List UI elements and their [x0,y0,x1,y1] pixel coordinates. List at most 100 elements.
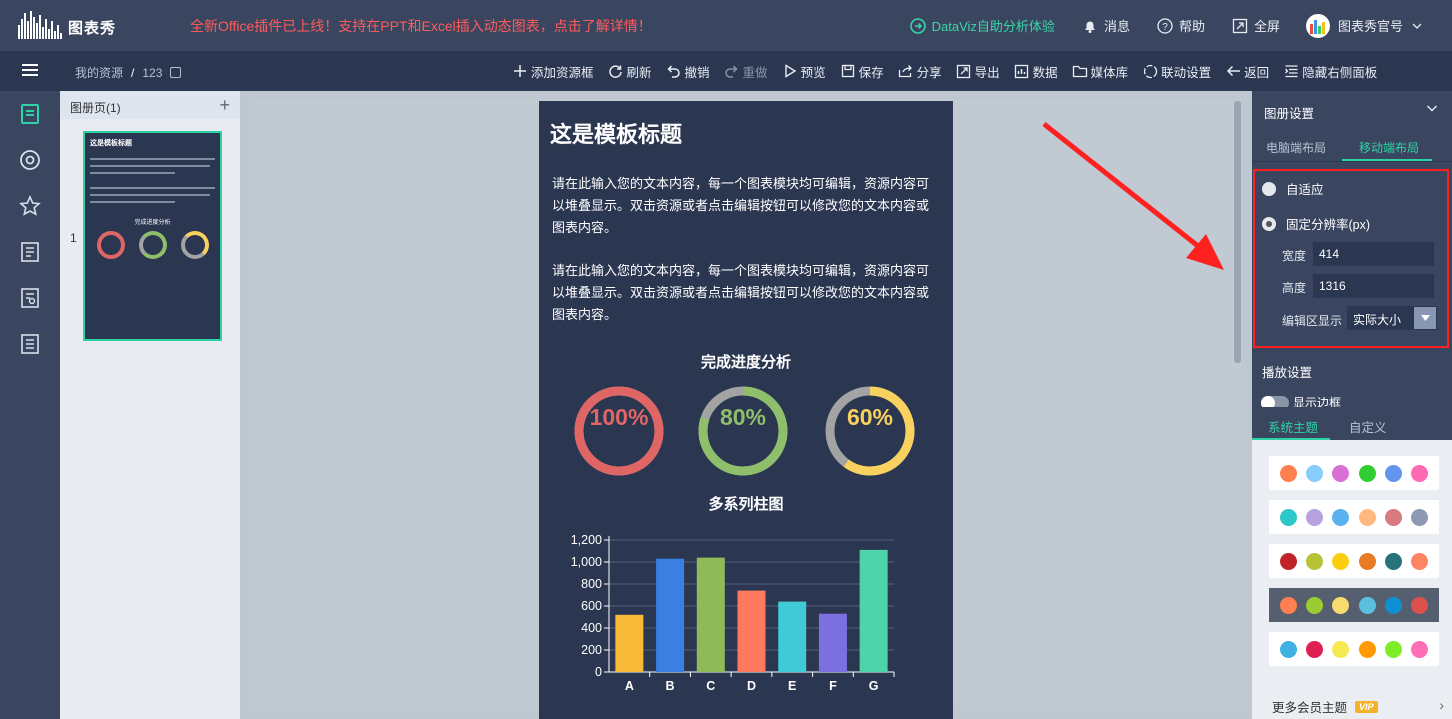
thumb-line [90,172,175,174]
y-tick-label: 0 [595,665,602,679]
thumb-line [90,201,175,203]
color-swatch [1305,508,1323,526]
target-icon[interactable] [17,147,43,173]
pages-header-label: 图册页(1) [70,101,121,115]
theme-palette[interactable] [1269,456,1439,490]
tab-pc-layout[interactable]: 电脑端布局 [1266,139,1326,156]
notes-icon[interactable] [17,331,43,357]
undo-button[interactable]: 撤销 [666,62,710,81]
bar-chart[interactable]: 0 200 400 600 800 1,000 1,200 A B C D E F G [539,519,953,719]
color-swatch [1279,552,1297,570]
play-icon [782,63,798,79]
back-label: 返回 [1244,65,1270,80]
bar [696,557,725,672]
account-menu[interactable]: 图表秀官号 [1338,16,1426,35]
page-thumbnail[interactable]: 这是模板标题 完成进度分析 [83,131,222,341]
account-name: 图表秀官号 [1337,19,1403,34]
theme-palette[interactable] [1269,500,1439,534]
document-icon[interactable] [17,239,43,265]
logo-text: 图表秀 [68,20,117,37]
document-search-icon[interactable] [17,285,43,311]
y-tick-label: 600 [581,599,602,613]
color-swatch [1384,596,1402,614]
x-tick-label: D [747,679,756,693]
breadcrumb-current: 123 [142,66,163,80]
mobile-page[interactable]: 这是模板标题 请在此输入您的文本内容，每一个图表模块均可编辑，资源内容可以堆叠显… [539,101,953,719]
data-button[interactable]: 数据 [1014,62,1058,81]
rename-icon[interactable] [169,67,181,78]
page-title[interactable]: 这是模板标题 [550,117,682,149]
chevron-down-icon[interactable] [1426,101,1438,119]
bell-icon [1081,17,1099,35]
refresh-button[interactable]: 刷新 [608,62,652,81]
more-themes-link[interactable]: 更多会员主题 VIP [1272,697,1378,716]
table-icon [1014,63,1030,79]
linkage-button[interactable]: 联动设置 [1142,62,1211,81]
folder-icon [1072,63,1088,79]
promo-banner[interactable]: 全新Office插件已上线！支持在PPT和Excel插入动态图表，点击了解详情！ [190,16,652,36]
color-swatch [1411,596,1429,614]
avatar[interactable] [1305,13,1330,38]
dataviz-link[interactable]: DataViz自助分析体验 [909,16,1055,35]
text-block[interactable]: 请在此输入您的文本内容，每一个图表模块均可编辑，资源内容可以堆叠显示。双击资源或… [552,260,940,326]
tab-system-theme[interactable]: 系统主题 [1268,417,1318,436]
theme-palette[interactable] [1269,544,1439,578]
messages-button[interactable]: 消息 [1081,16,1130,35]
tab-mobile-layout[interactable]: 移动端布局 [1359,139,1419,156]
theme-palette[interactable] [1269,632,1439,666]
fullscreen-button[interactable]: 全屏 [1231,16,1280,35]
breadcrumb: 我的资源 / 123 [75,64,181,81]
color-swatch [1384,552,1402,570]
preview-button[interactable]: 预览 [782,62,826,81]
x-tick-label: C [706,679,715,693]
pages-icon[interactable] [17,101,43,127]
gauge-ring[interactable]: 60% [823,384,917,478]
thumb-line [90,165,210,167]
gauge-label: 100% [589,404,649,430]
redo-icon [724,63,740,79]
logo[interactable]: 图表秀 [18,8,130,44]
thumb-section: 完成进度分析 [134,220,171,226]
theme-tabs: 系统主题 自定义 [1252,407,1452,440]
y-tick-label: 1,200 [571,533,602,547]
breadcrumb-separator: / [131,66,135,80]
gauge-chart-title: 完成进度分析 [700,354,791,371]
export-button[interactable]: 导出 [956,62,1000,81]
bar [615,614,644,672]
preview-label: 预览 [800,65,826,80]
theme-palette[interactable] [1269,588,1439,622]
breadcrumb-root[interactable]: 我的资源 [75,66,123,80]
star-icon[interactable] [17,193,43,219]
color-swatch [1279,596,1297,614]
bar [737,590,766,672]
gauge-label: 80% [719,404,767,430]
add-page-button[interactable]: + [219,95,230,116]
refresh-icon [608,63,624,79]
color-swatch [1384,508,1402,526]
refresh-label: 刷新 [626,65,652,80]
menu-icon[interactable] [22,64,38,77]
color-swatch [1305,640,1323,658]
export-icon [956,63,972,79]
color-swatch [1411,640,1429,658]
color-swatch [1411,552,1429,570]
gauge-ring[interactable]: 80% [696,384,790,478]
share-button[interactable]: 分享 [898,62,942,81]
color-swatch [1332,640,1350,658]
chevron-right-icon[interactable]: › [1439,697,1444,713]
back-button[interactable]: 返回 [1225,62,1269,81]
color-swatch [1305,596,1323,614]
plus-icon [512,63,528,79]
hide-panel-label: 隐藏右侧面板 [1302,65,1378,80]
text-block[interactable]: 请在此输入您的文本内容，每一个图表模块均可编辑，资源内容可以堆叠显示。双击资源或… [552,173,940,239]
gauge-ring[interactable]: 100% [572,384,666,478]
color-swatch [1358,596,1376,614]
add-frame-button[interactable]: 添加资源框 [512,62,594,81]
hide-panel-button[interactable]: 隐藏右侧面板 [1283,62,1377,81]
undo-icon [666,63,682,79]
redo-button[interactable]: 重做 [724,62,768,81]
media-library-button[interactable]: 媒体库 [1072,62,1128,81]
help-button[interactable]: ? 帮助 [1156,16,1205,35]
tab-custom-theme[interactable]: 自定义 [1349,417,1387,436]
save-button[interactable]: 保存 [840,62,884,81]
